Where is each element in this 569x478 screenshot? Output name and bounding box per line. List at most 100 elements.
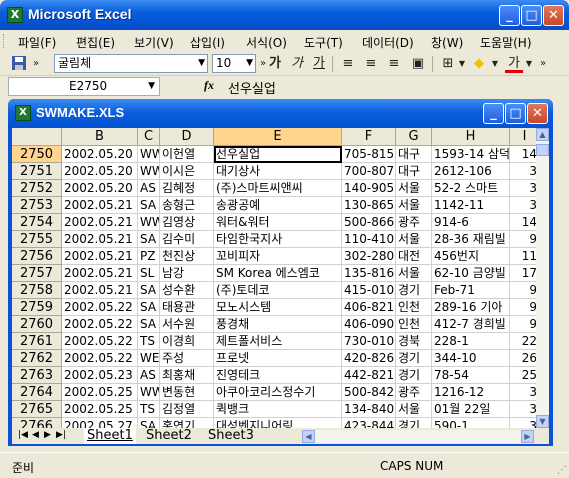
scroll-up-icon[interactable]: ▲ [536, 128, 549, 141]
menu-view[interactable]: 보기(V) [134, 34, 174, 51]
cell-e[interactable]: 퀵뱅크 [214, 401, 342, 418]
row-header[interactable]: 2750 [12, 146, 62, 163]
cell-b[interactable]: 2002.05.22 [62, 316, 138, 333]
cell-g[interactable]: 서울 [396, 180, 432, 197]
column-header-h[interactable]: H [432, 128, 510, 146]
scroll-down-icon[interactable]: ▼ [536, 415, 549, 428]
cell-c[interactable]: SA [138, 231, 160, 248]
cell-e[interactable]: 프로넷 [214, 350, 342, 367]
cell-f[interactable]: 420-826 [342, 350, 396, 367]
cell-g[interactable]: 광주 [396, 384, 432, 401]
prev-sheet-icon[interactable]: ◀ [32, 430, 39, 440]
menu-data[interactable]: 데이터(D) [362, 34, 414, 51]
column-header-e[interactable]: E [214, 128, 342, 146]
menu-edit[interactable]: 편집(E) [76, 34, 115, 51]
row-header[interactable]: 2759 [12, 299, 62, 316]
cell-d[interactable]: 김정열 [160, 401, 214, 418]
cell-f[interactable]: 415-010 [342, 282, 396, 299]
column-header-c[interactable]: C [138, 128, 160, 146]
row-header[interactable]: 2752 [12, 180, 62, 197]
row-header[interactable]: 2756 [12, 248, 62, 265]
close-button[interactable]: ✕ [543, 5, 564, 26]
cell-b[interactable]: 2002.05.21 [62, 248, 138, 265]
chevron-down-icon[interactable]: ▼ [148, 78, 155, 95]
cell-h[interactable]: 52-2 스마트 [432, 180, 510, 197]
workbook-maximize-button[interactable]: □ [505, 103, 526, 124]
cell-g[interactable]: 서울 [396, 231, 432, 248]
cell-h[interactable]: 62-10 금양빌 [432, 265, 510, 282]
excel-icon[interactable]: X [7, 7, 23, 23]
align-left-button[interactable]: ≡ [339, 55, 357, 73]
fill-color-button[interactable]: ◆ [470, 55, 488, 73]
cell-e[interactable]: 송광공예 [214, 197, 342, 214]
cell-e[interactable]: SM Korea 에스엠코 [214, 265, 342, 282]
cell-d[interactable]: 남강 [160, 265, 214, 282]
cell-f[interactable]: 140-905 [342, 180, 396, 197]
cell-d[interactable]: 이시은 [160, 163, 214, 180]
cell-e[interactable]: 선우실업 [214, 146, 342, 163]
cell-g[interactable]: 인천 [396, 299, 432, 316]
menu-help[interactable]: 도움말(H) [480, 34, 532, 51]
cell-d[interactable]: 서수원 [160, 316, 214, 333]
cell-h[interactable]: 28-36 재림빌 [432, 231, 510, 248]
cell-d[interactable]: 성수환 [160, 282, 214, 299]
cell-d[interactable]: 김혜정 [160, 180, 214, 197]
chevron-down-icon[interactable]: ▼ [524, 55, 534, 73]
toolbar-options-icon[interactable]: » [538, 55, 548, 73]
align-right-button[interactable]: ≡ [385, 55, 403, 73]
cell-g[interactable]: 경기 [396, 282, 432, 299]
cell-c[interactable]: WW [138, 163, 160, 180]
cell-f[interactable]: 406-090 [342, 316, 396, 333]
scroll-right-icon[interactable]: ▶ [521, 430, 534, 443]
cell-g[interactable]: 광주 [396, 214, 432, 231]
font-size-select[interactable]: 10 ▼ [212, 54, 256, 73]
cell-e[interactable]: 대기상사 [214, 163, 342, 180]
cell-d[interactable]: 최홍채 [160, 367, 214, 384]
menu-file[interactable]: 파일(F) [18, 34, 56, 51]
row-header[interactable]: 2765 [12, 401, 62, 418]
column-header-d[interactable]: D [160, 128, 214, 146]
cell-b[interactable]: 2002.05.21 [62, 265, 138, 282]
cell-b[interactable]: 2002.05.21 [62, 282, 138, 299]
workbook-minimize-button[interactable]: _ [483, 103, 504, 124]
cell-h[interactable]: 914-6 [432, 214, 510, 231]
cell-c[interactable]: SA [138, 282, 160, 299]
cell-e[interactable]: (주)토데코 [214, 282, 342, 299]
row-header[interactable]: 2753 [12, 197, 62, 214]
cell-b[interactable]: 2002.05.22 [62, 299, 138, 316]
underline-button[interactable]: 가 [310, 55, 328, 73]
cell-f[interactable]: 730-010 [342, 333, 396, 350]
select-all-corner[interactable] [12, 128, 62, 146]
cell-b[interactable]: 2002.05.21 [62, 197, 138, 214]
column-header-f[interactable]: F [342, 128, 396, 146]
workbook-close-button[interactable]: ✕ [527, 103, 548, 124]
cell-f[interactable]: 700-807 [342, 163, 396, 180]
cell-f[interactable]: 302-280 [342, 248, 396, 265]
cell-h[interactable]: 228-1 [432, 333, 510, 350]
cell-g[interactable]: 경기 [396, 350, 432, 367]
cell-b[interactable]: 2002.05.20 [62, 180, 138, 197]
cell-c[interactable]: AS [138, 367, 160, 384]
cell-g[interactable]: 서울 [396, 265, 432, 282]
cell-c[interactable]: SA [138, 197, 160, 214]
cell-b[interactable]: 2002.05.20 [62, 163, 138, 180]
align-center-button[interactable]: ≡ [362, 55, 380, 73]
resize-grip-icon[interactable]: ⋰ [557, 465, 567, 476]
italic-button[interactable]: 가 [288, 55, 306, 73]
cell-c[interactable]: SA [138, 299, 160, 316]
cell-e[interactable]: 진영테크 [214, 367, 342, 384]
vertical-scrollbar[interactable]: ▲ ▼ [536, 128, 549, 442]
cell-b[interactable]: 2002.05.23 [62, 367, 138, 384]
cell-h[interactable]: 1142-11 [432, 197, 510, 214]
cell-c[interactable]: TS [138, 333, 160, 350]
sheet-tab-1[interactable]: Sheet1 [84, 428, 136, 444]
row-header[interactable]: 2760 [12, 316, 62, 333]
cell-f[interactable]: 705-815 [342, 146, 396, 163]
row-header[interactable]: 2751 [12, 163, 62, 180]
menu-tools[interactable]: 도구(T) [304, 34, 343, 51]
cell-h[interactable]: 1593-14 삼덕 [432, 146, 510, 163]
cell-d[interactable]: 천진상 [160, 248, 214, 265]
cell-c[interactable]: PZ [138, 248, 160, 265]
spreadsheet-grid[interactable]: BCDEFGHI27502002.05.20WW이헌열선우실업705-815대구… [12, 128, 549, 442]
save-icon[interactable] [10, 55, 28, 73]
